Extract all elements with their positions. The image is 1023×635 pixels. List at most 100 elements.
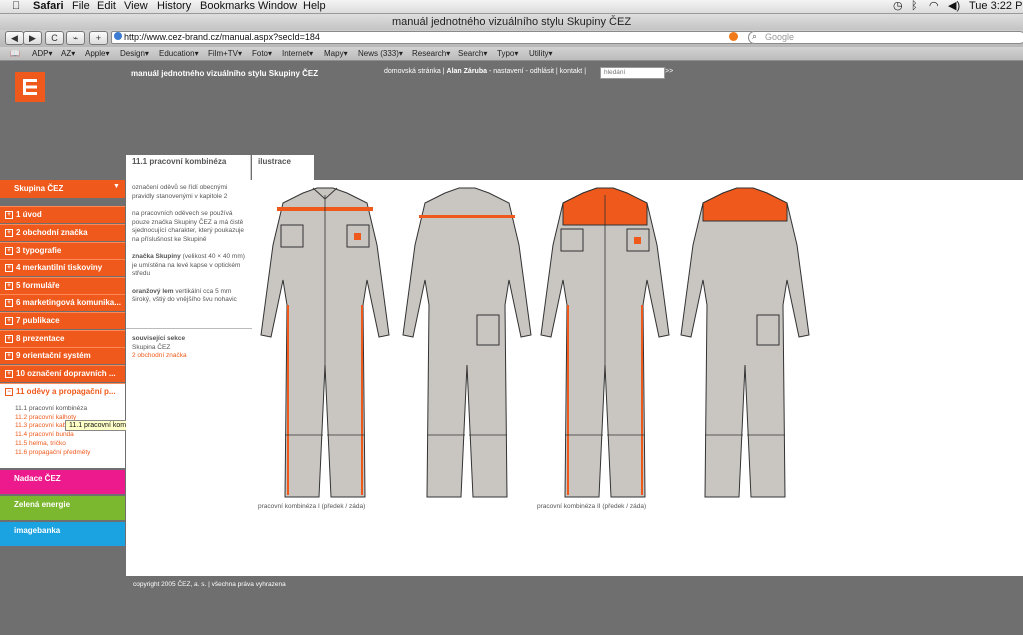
- sidebar-item-label: 10 označení dopravních ...: [16, 369, 116, 378]
- bookmark-item[interactable]: Foto▾: [252, 47, 272, 60]
- bookmark-item[interactable]: Apple▾: [85, 47, 109, 60]
- brand-zelena-energie[interactable]: Zelená energie: [0, 496, 125, 520]
- tab-kombineza[interactable]: 11.1 pracovní kombinéza: [126, 155, 251, 180]
- bluetooth-icon[interactable]: ᛒ: [911, 0, 918, 13]
- bookmark-item[interactable]: Education▾: [159, 47, 199, 60]
- menu-help[interactable]: Help: [303, 0, 326, 13]
- menu-file[interactable]: File: [72, 0, 90, 13]
- sidebar-item[interactable]: +4 merkantilní tiskoviny: [0, 259, 125, 276]
- sidebar-item-label: 1 úvod: [16, 210, 42, 219]
- coverall-back-illustration: [402, 187, 532, 498]
- related-title: související sekce: [132, 335, 186, 342]
- divider: [126, 328, 252, 329]
- bookmark-item[interactable]: Mapy▾: [324, 47, 348, 60]
- menu-edit[interactable]: Edit: [97, 0, 116, 13]
- timemachine-icon[interactable]: ◷: [893, 0, 903, 13]
- menu-history[interactable]: History: [157, 0, 191, 13]
- site-search-go[interactable]: >>: [665, 68, 673, 75]
- menu-safari[interactable]: Safari: [33, 0, 64, 13]
- menu-window[interactable]: Window: [258, 0, 297, 13]
- top-nav: domovská stránka | Alan Záruba - nastave…: [384, 68, 586, 75]
- sidebar-subnav: 11.1 pracovní kombinéza 11.2 pracovní ka…: [0, 400, 125, 468]
- sidebar-item-label: 2 obchodní značka: [16, 228, 88, 237]
- sidebar-item[interactable]: +7 publikace: [0, 312, 125, 329]
- subnav-item-active[interactable]: 11.1 pracovní kombinéza: [15, 405, 87, 412]
- dropdown-arrow-icon: ▼: [113, 183, 120, 190]
- sidebar-group-header[interactable]: Skupina ČEZ ▼: [0, 180, 125, 198]
- sidebar-item-active[interactable]: −11 oděvy a propagační p...: [0, 383, 125, 400]
- sidebar-item[interactable]: +1 úvod: [0, 206, 125, 223]
- tab-ilustrace[interactable]: ilustrace: [252, 155, 314, 180]
- window-title: manuál jednotného vizuálního stylu Skupi…: [0, 14, 1023, 30]
- caption-kombineza-i: pracovní kombinéza I (předek / záda): [258, 503, 366, 510]
- back-button[interactable]: ◀: [5, 31, 24, 45]
- expand-icon: +: [5, 298, 13, 307]
- rss-icon[interactable]: [729, 32, 738, 41]
- nav-home-link[interactable]: domovská stránka: [384, 68, 441, 75]
- sidebar-item-label: 8 prezentace: [16, 334, 65, 343]
- bookmark-item[interactable]: Research▾: [412, 47, 450, 60]
- menu-view[interactable]: View: [124, 0, 148, 13]
- volume-icon[interactable]: ◀): [948, 0, 960, 13]
- coverall-front-illustration: [260, 187, 390, 498]
- add-bookmark-button[interactable]: +: [89, 31, 108, 45]
- sidebar-group-label: Skupina ČEZ: [14, 184, 64, 193]
- bookmark-item[interactable]: Typo▾: [497, 47, 518, 60]
- subnav-item[interactable]: 11.3 pracovní kabát: [15, 422, 72, 429]
- bookmark-item[interactable]: Internet▾: [282, 47, 313, 60]
- menubar:  Safari File Edit View History Bookmark…: [0, 0, 1023, 14]
- snapback-icon[interactable]: ⌁: [66, 31, 85, 45]
- brand-nadace[interactable]: Nadace ČEZ: [0, 470, 125, 494]
- expand-icon: +: [5, 369, 13, 378]
- site-title: manuál jednotného vizuálního stylu Skupi…: [131, 69, 319, 78]
- cez-logo-mark-icon: [23, 79, 37, 95]
- nav-contact-link[interactable]: kontakt: [560, 68, 583, 75]
- globe-icon: [114, 32, 122, 40]
- menu-bookmarks[interactable]: Bookmarks: [200, 0, 255, 13]
- paragraph: označení oděvů se řídí obecnými pravidly…: [132, 184, 228, 200]
- expand-icon: +: [5, 210, 13, 219]
- bookmarks-book-icon[interactable]: 📖: [10, 47, 20, 60]
- sidebar-item-label: 6 marketingová komunika...: [16, 298, 121, 307]
- reload-button[interactable]: C: [45, 31, 64, 45]
- subnav-item[interactable]: 11.6 propagační předměty: [15, 449, 90, 456]
- sidebar-item[interactable]: +3 typografie: [0, 242, 125, 259]
- forward-button[interactable]: ▶: [23, 31, 42, 45]
- related-link[interactable]: Skupina ČEZ: [132, 344, 187, 353]
- expand-icon: +: [5, 316, 13, 325]
- sidebar-item[interactable]: +5 formuláře: [0, 277, 125, 294]
- expand-icon: +: [5, 351, 13, 360]
- sidebar-item[interactable]: +2 obchodní značka: [0, 224, 125, 241]
- related-sections: související sekce Skupina ČEZ 2 obchodní…: [132, 335, 187, 361]
- bookmark-item[interactable]: Search▾: [458, 47, 487, 60]
- apple-icon[interactable]: : [12, 0, 20, 13]
- footer-copyright: copyright 2005 ČEZ, a. s. | všechna práv…: [133, 581, 286, 588]
- bold-term: značka Skupiny: [132, 253, 181, 260]
- bookmark-item[interactable]: AZ▾: [61, 47, 75, 60]
- bookmark-item[interactable]: News (333)▾: [358, 47, 403, 60]
- nav-logout-link[interactable]: odhlásit: [530, 68, 554, 75]
- related-link[interactable]: 2 obchodní značka: [132, 352, 187, 361]
- subnav-item[interactable]: 11.4 pracovní bunda: [15, 431, 74, 438]
- subnav-item[interactable]: 11.5 helma, tričko: [15, 440, 66, 447]
- bold-term: oranžový lem: [132, 287, 174, 295]
- nav-user[interactable]: Alan Záruba: [447, 68, 487, 75]
- address-field[interactable]: http://www.cez-brand.cz/manual.aspx?secI…: [111, 31, 753, 44]
- sidebar-item[interactable]: +10 označení dopravních ...: [0, 365, 125, 382]
- sidebar-item[interactable]: +8 prezentace: [0, 330, 125, 347]
- brand-imagebanka[interactable]: imagebanka: [0, 522, 125, 546]
- coverall-ii-back-illustration: [680, 187, 810, 498]
- cez-logo[interactable]: [15, 72, 45, 102]
- wifi-icon[interactable]: ◠: [929, 0, 939, 13]
- nav-settings-link[interactable]: nastavení: [493, 68, 523, 75]
- expand-icon: +: [5, 228, 13, 237]
- clock[interactable]: Tue 3:22 PM: [969, 0, 1023, 13]
- google-search-field[interactable]: Google: [748, 31, 1023, 44]
- bookmark-item[interactable]: Utility▾: [529, 47, 553, 60]
- sidebar-item[interactable]: +6 marketingová komunika...: [0, 294, 125, 311]
- bookmark-item[interactable]: Film+TV▾: [208, 47, 242, 60]
- bookmark-item[interactable]: ADP▾: [32, 47, 52, 60]
- bookmark-item[interactable]: Design▾: [120, 47, 149, 60]
- sidebar-item[interactable]: +9 orientační systém: [0, 347, 125, 364]
- site-search-input[interactable]: hledání: [600, 67, 665, 79]
